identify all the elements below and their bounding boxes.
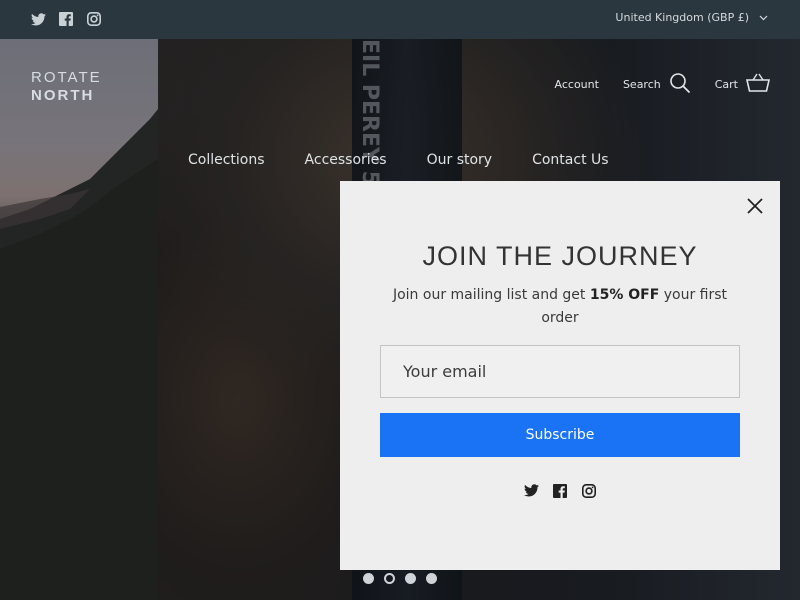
popup-description: Join our mailing list and get 15% OFF yo… — [380, 284, 740, 330]
newsletter-popup: JOIN THE JOURNEY Join our mailing list a… — [340, 181, 780, 570]
twitter-icon[interactable] — [30, 11, 46, 27]
facebook-icon[interactable] — [58, 11, 74, 27]
logo-line2: NORTH — [31, 87, 95, 104]
slide-dot-3[interactable] — [405, 573, 416, 584]
region-label: United Kingdom (GBP £) — [615, 11, 749, 24]
account-label: Account — [554, 78, 599, 91]
chevron-down-icon — [759, 11, 768, 24]
popup-social-links — [340, 484, 780, 499]
topbar-social-links — [30, 11, 102, 27]
nav-item-contact-us[interactable]: Contact Us — [532, 152, 608, 168]
popup-title: JOIN THE JOURNEY — [422, 241, 698, 271]
header-links: Account Search Cart — [531, 72, 771, 97]
slideshow-dots — [363, 573, 437, 584]
slide-dot-4[interactable] — [426, 573, 437, 584]
account-link[interactable]: Account — [555, 78, 599, 91]
nav-item-collections[interactable]: Collections — [188, 152, 265, 168]
search-label: Search — [622, 78, 661, 91]
site-logo[interactable]: ROTATE NORTH — [31, 69, 102, 105]
search-icon — [669, 72, 691, 97]
discount-text: 15% OFF — [589, 287, 660, 303]
subscribe-button[interactable]: Subscribe — [380, 413, 740, 457]
search-link[interactable]: Search — [623, 72, 691, 97]
nav-item-our-story[interactable]: Our story — [427, 152, 493, 168]
instagram-icon[interactable] — [86, 11, 102, 27]
nav-item-accessories[interactable]: Accessories — [305, 152, 387, 168]
main-nav: Collections Accessories Our story Contac… — [188, 152, 609, 168]
logo-line1: ROTATE — [31, 69, 102, 86]
basket-icon — [745, 73, 771, 96]
instagram-icon[interactable] — [581, 484, 597, 499]
twitter-icon[interactable] — [523, 484, 539, 499]
slide-dot-1[interactable] — [363, 573, 374, 584]
facebook-icon[interactable] — [552, 484, 568, 499]
popup-text-start: Join our mailing list and get — [392, 287, 590, 303]
top-bar: United Kingdom (GBP £) — [0, 0, 800, 39]
cart-label: Cart — [714, 78, 738, 91]
slide-dot-2[interactable] — [384, 573, 395, 584]
close-icon[interactable] — [746, 197, 764, 215]
region-selector[interactable]: United Kingdom (GBP £) — [615, 11, 768, 24]
cart-link[interactable]: Cart — [714, 73, 771, 96]
email-input[interactable] — [380, 345, 740, 398]
